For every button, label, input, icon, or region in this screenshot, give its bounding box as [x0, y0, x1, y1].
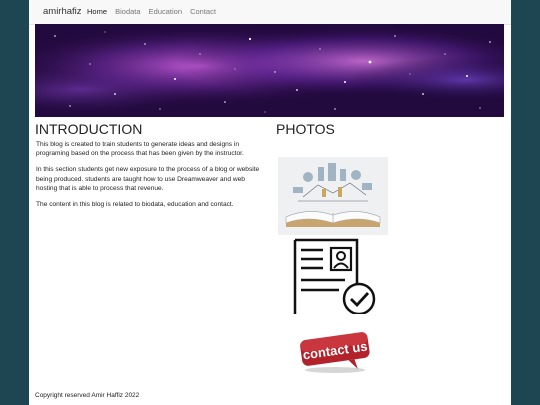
intro-paragraph-2: In this section students get new exposur…: [36, 166, 260, 192]
footer-copyright: Copyright reserved Amir Haffiz 2022: [35, 392, 140, 399]
page-container: amirhafiz Home Biodata Education Contact: [29, 0, 511, 405]
galaxy-banner: [35, 24, 504, 117]
photos-heading: PHOTOS: [276, 121, 335, 137]
intro-text: This blog is created to train students t…: [35, 140, 265, 216]
resume-check-icon: [287, 238, 379, 316]
intro-paragraph-1: This blog is created to train students t…: [36, 141, 244, 158]
nav-education[interactable]: Education: [149, 7, 182, 16]
nav-home[interactable]: Home: [87, 7, 107, 16]
brand-link[interactable]: amirhafiz: [43, 6, 82, 17]
nav-links: Home Biodata Education Contact: [87, 7, 222, 16]
introduction-heading: INTRODUCTION: [35, 121, 143, 137]
nav-biodata[interactable]: Biodata: [115, 7, 140, 16]
contact-us-button-image[interactable]: contact us: [295, 328, 375, 376]
open-book-ideas-image: [278, 157, 388, 235]
intro-paragraph-3: The content in this blog is related to b…: [36, 201, 234, 209]
navbar: amirhafiz Home Biodata Education Contact: [29, 0, 511, 25]
nav-contact[interactable]: Contact: [190, 7, 216, 16]
